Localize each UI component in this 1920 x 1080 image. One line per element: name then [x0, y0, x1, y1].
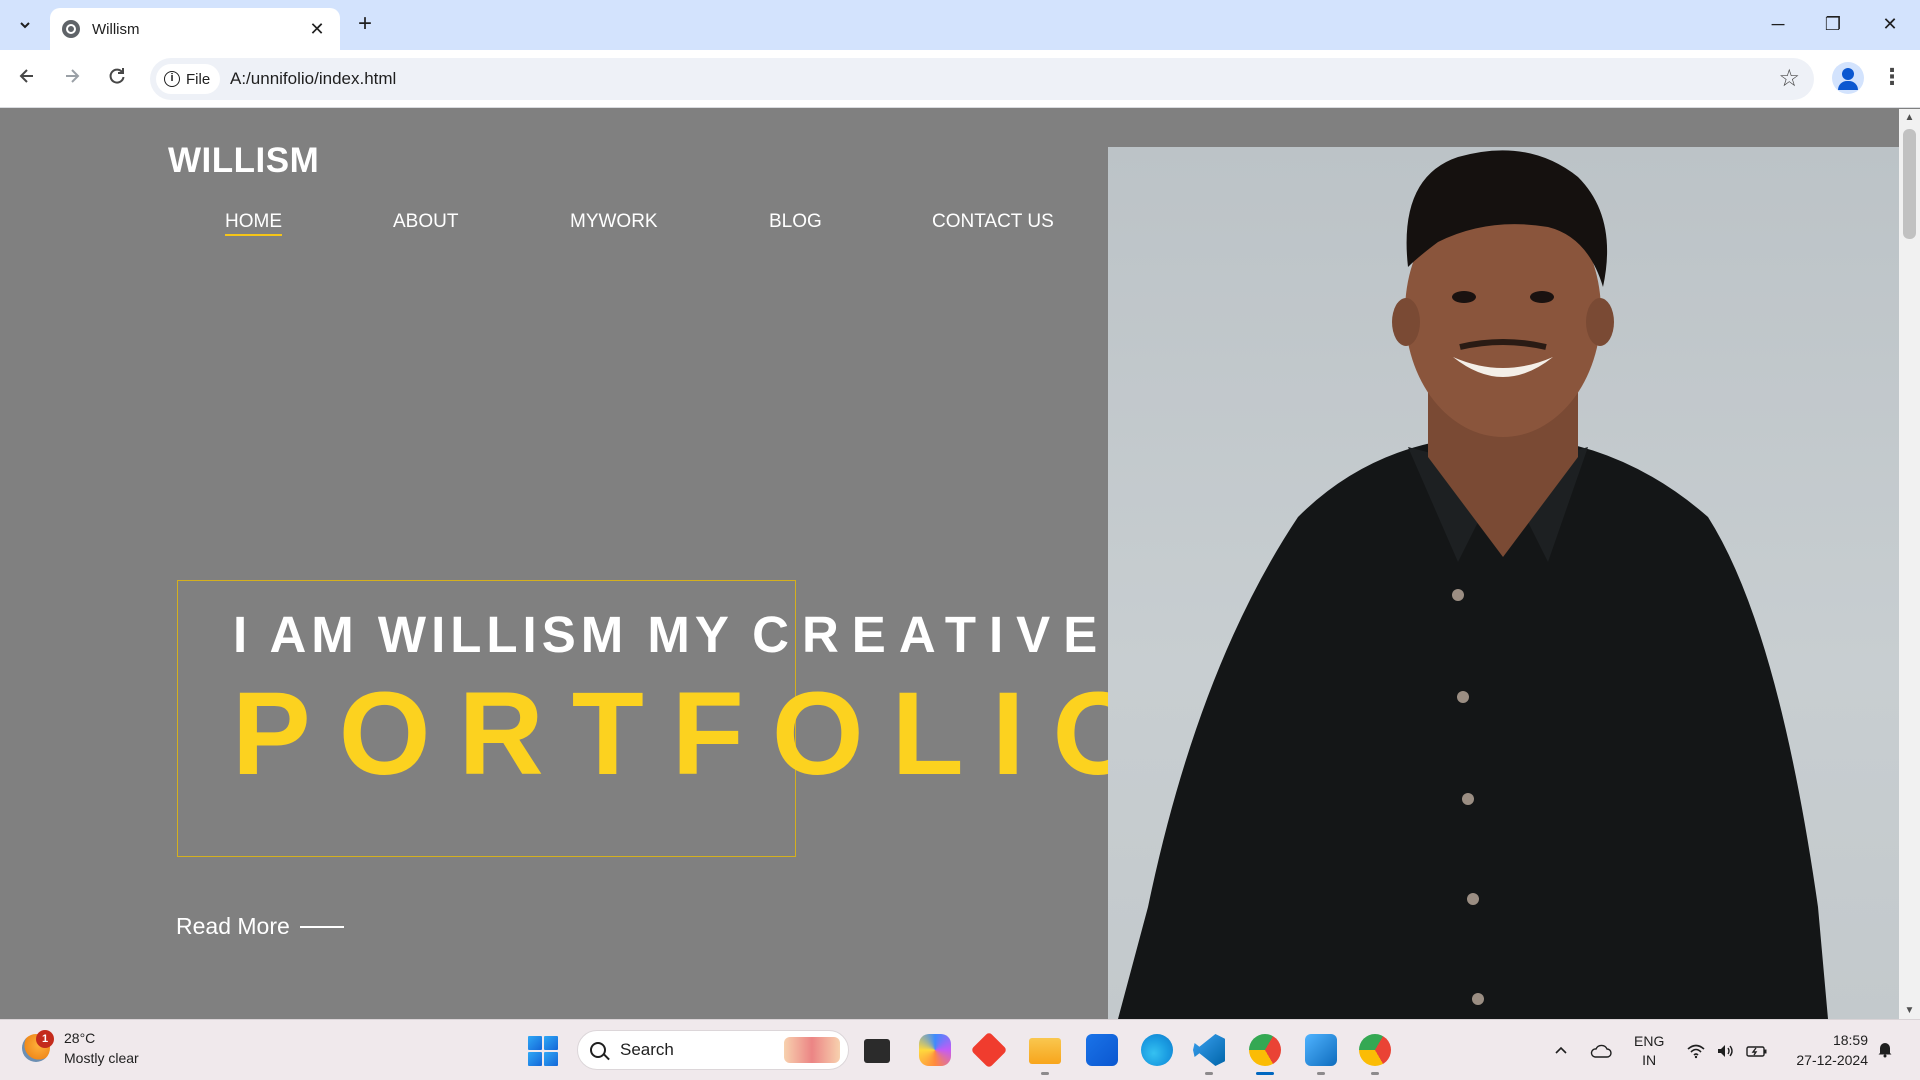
arrow-right-icon: [66, 69, 80, 83]
hero-heading: I AM WILLISM MY CREATIVE: [233, 605, 1110, 664]
scrollbar-thumb[interactable]: [1903, 129, 1916, 239]
tab-title: Willism: [92, 20, 140, 38]
nav-home[interactable]: HOME: [225, 211, 282, 236]
speaker-icon: [1718, 1044, 1733, 1057]
chrome-icon[interactable]: [1249, 1034, 1281, 1066]
windows-taskbar: 1 28°C Mostly clear Search ENG IN 18:59 …: [0, 1019, 1920, 1080]
page-scrollbar[interactable]: ▲ ▼: [1899, 109, 1920, 1019]
file-explorer-running-indicator: [1041, 1072, 1049, 1075]
minimize-button[interactable]: ─: [1758, 8, 1798, 42]
scroll-up-arrow-icon[interactable]: ▲: [1899, 109, 1920, 126]
read-more-link[interactable]: Read More: [176, 913, 344, 940]
photos-running-indicator: [1317, 1072, 1325, 1075]
back-button[interactable]: [10, 62, 44, 96]
info-icon: i: [164, 71, 180, 87]
scroll-down-arrow-icon[interactable]: ▼: [1899, 1002, 1920, 1019]
site-chip-label: File: [186, 70, 211, 88]
globe-icon: [62, 20, 80, 38]
task-view-icon[interactable]: [864, 1039, 890, 1063]
close-window-button[interactable]: ✕: [1870, 8, 1910, 42]
chevron-up-icon: [1555, 1046, 1567, 1054]
wifi-signal-icon: [1687, 1044, 1705, 1058]
portrait-illustration: [1118, 150, 1828, 1019]
photos-icon[interactable]: [1305, 1034, 1337, 1066]
weather-text: 28°C Mostly clear: [64, 1028, 139, 1068]
tray-overflow-icon[interactable]: [1553, 1020, 1569, 1080]
browser-tab-strip: Willism ✕ + ─ ❐ ✕: [0, 0, 1920, 50]
site-info-chip[interactable]: i File: [156, 64, 220, 94]
arrow-left-icon: [19, 69, 33, 83]
bookmark-star-icon[interactable]: ☆: [1778, 64, 1800, 93]
notification-bell-icon[interactable]: [1876, 1040, 1894, 1058]
url-text[interactable]: A:/unnifolio/index.html: [230, 69, 396, 89]
weather-desc: Mostly clear: [64, 1050, 139, 1066]
chrome-icon[interactable]: [1359, 1034, 1391, 1066]
read-more-dash: [299, 925, 344, 928]
profile-avatar-icon[interactable]: [1832, 62, 1864, 94]
input-language[interactable]: ENG IN: [1634, 1020, 1664, 1080]
tab-search-button[interactable]: [10, 10, 40, 40]
copilot-icon[interactable]: [919, 1034, 951, 1066]
windows-start-icon[interactable]: [528, 1036, 558, 1066]
chrome-running-indicator: [1371, 1072, 1379, 1075]
restore-button[interactable]: ❐: [1813, 8, 1853, 42]
weather-icon: 1: [22, 1030, 54, 1062]
hero-heading-spaced: CREATIVE: [752, 606, 1111, 663]
git-icon[interactable]: [970, 1031, 1008, 1069]
taskbar-search[interactable]: Search: [577, 1030, 849, 1070]
search-icon: [590, 1042, 606, 1058]
weather-temp: 28°C: [64, 1030, 96, 1046]
chrome-active-indicator: [1256, 1072, 1274, 1075]
read-more-label: Read More: [176, 913, 290, 939]
edge-icon[interactable]: [1141, 1034, 1173, 1066]
microsoft-store-icon[interactable]: [1086, 1034, 1118, 1066]
browser-tab[interactable]: Willism ✕: [50, 8, 340, 50]
search-highlight-icon: [784, 1037, 840, 1063]
reload-button[interactable]: [100, 62, 134, 96]
battery-charging-icon: [1746, 1045, 1767, 1057]
language-line2: IN: [1642, 1051, 1657, 1068]
browser-menu-icon[interactable]: ⋮: [1880, 62, 1904, 96]
reload-icon: [109, 68, 125, 84]
forward-button[interactable]: [55, 62, 89, 96]
wifi-icon[interactable]: [1686, 1020, 1706, 1080]
address-bar[interactable]: i File A:/unnifolio/index.html ☆: [150, 58, 1814, 100]
nav-blog[interactable]: BLOG: [769, 211, 822, 233]
close-tab-icon[interactable]: ✕: [306, 19, 328, 40]
nav-about[interactable]: ABOUT: [393, 211, 458, 233]
new-tab-button[interactable]: +: [350, 10, 380, 40]
nav-contact-us[interactable]: CONTACT US: [932, 211, 1054, 233]
portrait-photo: [1108, 147, 1899, 1019]
vs-code-running-indicator: [1205, 1072, 1213, 1075]
weather-widget[interactable]: 1 28°C Mostly clear: [22, 1028, 139, 1068]
taskbar-search-label: Search: [620, 1040, 674, 1059]
vs-code-icon[interactable]: [1193, 1034, 1225, 1066]
battery-icon[interactable]: [1746, 1020, 1768, 1080]
onedrive-icon[interactable]: [1590, 1020, 1612, 1080]
chevron-down-icon: [20, 22, 30, 29]
hero-heading-plain: I AM WILLISM MY: [233, 606, 753, 663]
site-logo[interactable]: WILLISM: [168, 141, 319, 181]
volume-icon[interactable]: [1716, 1020, 1736, 1080]
nav-mywork[interactable]: MYWORK: [570, 211, 658, 233]
hero-portfolio-title: PORTFOLIO: [232, 668, 1173, 800]
weather-notification-badge: 1: [36, 1030, 54, 1048]
language-line1: ENG: [1634, 1032, 1665, 1049]
taskbar-clock[interactable]: 18:59 27-12-2024: [1786, 1030, 1868, 1070]
file-explorer-icon[interactable]: [1029, 1038, 1061, 1064]
clock-time: 18:59: [1832, 1032, 1868, 1048]
cloud-icon: [1590, 1044, 1612, 1058]
browser-toolbar: i File A:/unnifolio/index.html ☆ ⋮: [0, 50, 1920, 108]
page-viewport: WILLISM HOME ABOUT MYWORK BLOG CONTACT U…: [0, 109, 1899, 1019]
clock-date: 27-12-2024: [1796, 1052, 1868, 1068]
